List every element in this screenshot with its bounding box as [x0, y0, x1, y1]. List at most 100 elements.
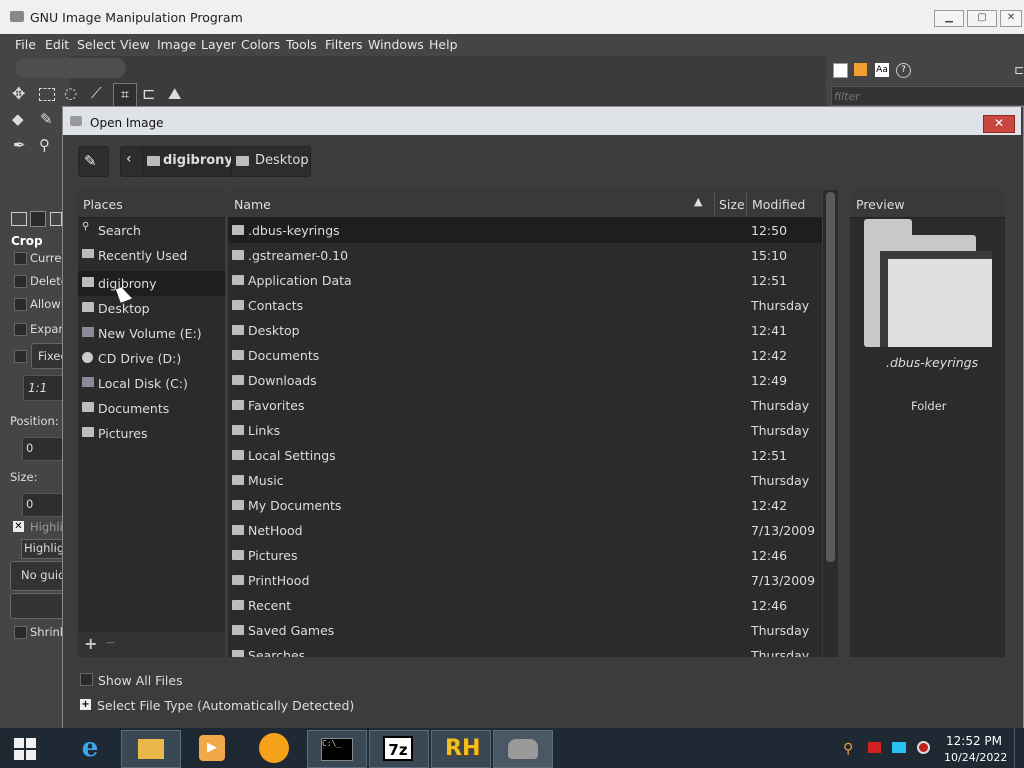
search-tray-icon[interactable]: ⚲	[843, 741, 853, 757]
start-button[interactable]	[14, 738, 36, 760]
file-row[interactable]: Music Thursday	[228, 468, 822, 493]
scrollbar-thumb[interactable]	[826, 192, 835, 562]
place-label: Search	[98, 223, 141, 238]
auto-shrink-button[interactable]	[10, 593, 65, 619]
brushes-tab-icon[interactable]	[833, 63, 848, 78]
place-digibrony[interactable]: digibrony	[78, 271, 225, 296]
select-file-type-label[interactable]: Select File Type (Automatically Detected…	[97, 698, 354, 713]
shrink-merged-checkbox[interactable]	[14, 626, 27, 639]
delete-pixels-checkbox[interactable]	[14, 275, 27, 288]
breadcrumb-desktop-label: Desktop	[255, 153, 309, 168]
file-row[interactable]: .dbus-keyrings 12:50	[228, 218, 822, 243]
menu-file[interactable]: File	[15, 37, 36, 52]
show-all-files-checkbox[interactable]	[80, 673, 93, 686]
7zip-taskbar-button[interactable]: 7z	[369, 730, 429, 768]
file-row[interactable]: .gstreamer-0.10 15:10	[228, 243, 822, 268]
fonts-tab-icon[interactable]: Aa	[875, 63, 889, 77]
place-pictures[interactable]: Pictures	[78, 421, 225, 446]
warp-icon[interactable]: ⛰	[168, 84, 181, 104]
file-row[interactable]: Searches Thursday	[228, 643, 822, 657]
place-desktop[interactable]: Desktop	[78, 296, 225, 321]
fuzzy-select-icon[interactable]: ⟋	[91, 84, 102, 102]
menu-windows[interactable]: Windows	[368, 37, 424, 52]
file-row[interactable]: Favorites Thursday	[228, 393, 822, 418]
file-row[interactable]: Contacts Thursday	[228, 293, 822, 318]
help-tab-icon[interactable]: ?	[896, 63, 911, 78]
file-row[interactable]: Desktop 12:41	[228, 318, 822, 343]
cmd-taskbar-button[interactable]: C:\_	[307, 730, 367, 768]
volume-tray-icon[interactable]	[917, 741, 930, 754]
undo-history-tab-icon[interactable]	[50, 212, 62, 226]
network-tray-icon[interactable]	[892, 742, 906, 753]
crop-tool-icon[interactable]: ⌗	[113, 83, 137, 107]
flag-tray-icon[interactable]	[868, 742, 881, 753]
place-documents[interactable]: Documents	[78, 396, 225, 421]
rh-taskbar-button[interactable]: RH	[431, 730, 491, 768]
menu-image[interactable]: Image	[157, 37, 196, 52]
menu-layer[interactable]: Layer	[201, 37, 236, 52]
expand-center-checkbox[interactable]	[14, 323, 27, 336]
allow-growing-checkbox[interactable]	[14, 298, 27, 311]
current-layer-checkbox[interactable]	[14, 252, 27, 265]
file-row[interactable]: Documents 12:42	[228, 343, 822, 368]
place-cd-drive-d[interactable]: CD Drive (D:)	[78, 346, 225, 371]
media-player-icon[interactable]: ▶	[199, 735, 225, 761]
shrink-merged-label: Shrink	[30, 625, 67, 639]
file-row[interactable]: PrintHood 7/13/2009	[228, 568, 822, 593]
patterns-tab-icon[interactable]	[854, 63, 867, 76]
column-name[interactable]: Name	[234, 197, 271, 212]
fixed-checkbox[interactable]	[14, 350, 27, 363]
transform-icon[interactable]: ⊏	[142, 84, 155, 103]
explorer-taskbar-button[interactable]	[121, 730, 181, 768]
place-recently-used[interactable]: Recently Used	[78, 243, 225, 268]
clock-time[interactable]: 12:52 PM	[946, 734, 1002, 748]
bucket-fill-icon[interactable]: ◆	[12, 110, 24, 128]
file-row[interactable]: Links Thursday	[228, 418, 822, 443]
dock-menu-icon[interactable]: ⊏	[1014, 63, 1024, 77]
remove-bookmark-button[interactable]: —	[106, 638, 115, 648]
paintbrush-icon[interactable]: ✎	[40, 110, 53, 128]
move-tool-icon[interactable]: ✥	[12, 84, 25, 103]
menu-edit[interactable]: Edit	[45, 37, 69, 52]
column-size[interactable]: Size	[719, 197, 745, 212]
tool-options-tab-icon[interactable]	[11, 212, 27, 226]
file-row[interactable]: Application Data 12:51	[228, 268, 822, 293]
place-label: Local Disk (C:)	[98, 376, 188, 391]
menu-view[interactable]: View	[120, 37, 150, 52]
file-row[interactable]: Local Settings 12:51	[228, 443, 822, 468]
browser-icon[interactable]	[259, 733, 289, 763]
file-row[interactable]: Saved Games Thursday	[228, 618, 822, 643]
close-window-button[interactable]: ✕	[1000, 10, 1022, 27]
menu-filters[interactable]: Filters	[325, 37, 362, 52]
rect-select-icon[interactable]	[39, 88, 55, 101]
column-modified[interactable]: Modified	[752, 197, 805, 212]
place-local-disk-c[interactable]: Local Disk (C:)	[78, 371, 225, 396]
gimp-taskbar-button[interactable]	[493, 730, 553, 768]
minimize-button[interactable]: ▁	[934, 10, 964, 27]
expander-plus-icon[interactable]: +	[80, 699, 91, 710]
place-search[interactable]: ⚲ Search	[78, 218, 225, 243]
clock-date[interactable]: 10/24/2022	[944, 751, 1007, 764]
dock-filter-input[interactable]	[831, 86, 1024, 106]
column-divider	[746, 192, 747, 216]
device-status-tab-icon[interactable]	[30, 211, 46, 227]
place-new-volume-e[interactable]: New Volume (E:)	[78, 321, 225, 346]
maximize-button[interactable]: ▢	[967, 10, 997, 27]
color-picker-icon[interactable]: ✒	[13, 136, 26, 154]
menu-select[interactable]: Select	[77, 37, 116, 52]
file-row[interactable]: NetHood 7/13/2009	[228, 518, 822, 543]
show-desktop-button[interactable]	[1014, 728, 1024, 768]
menu-help[interactable]: Help	[429, 37, 458, 52]
menu-tools[interactable]: Tools	[286, 37, 317, 52]
file-row[interactable]: My Documents 12:42	[228, 493, 822, 518]
file-row[interactable]: Downloads 12:49	[228, 368, 822, 393]
highlight-checkbox[interactable]: ✕	[13, 521, 24, 532]
dialog-close-button[interactable]: ✕	[983, 115, 1015, 133]
file-row[interactable]: Recent 12:46	[228, 593, 822, 618]
file-row[interactable]: Pictures 12:46	[228, 543, 822, 568]
add-bookmark-button[interactable]: +	[84, 634, 97, 653]
ie-icon[interactable]: e	[74, 733, 106, 763]
menu-colors[interactable]: Colors	[241, 37, 280, 52]
zoom-icon[interactable]: ⚲	[39, 136, 50, 154]
lasso-icon[interactable]: ◌	[64, 84, 77, 102]
